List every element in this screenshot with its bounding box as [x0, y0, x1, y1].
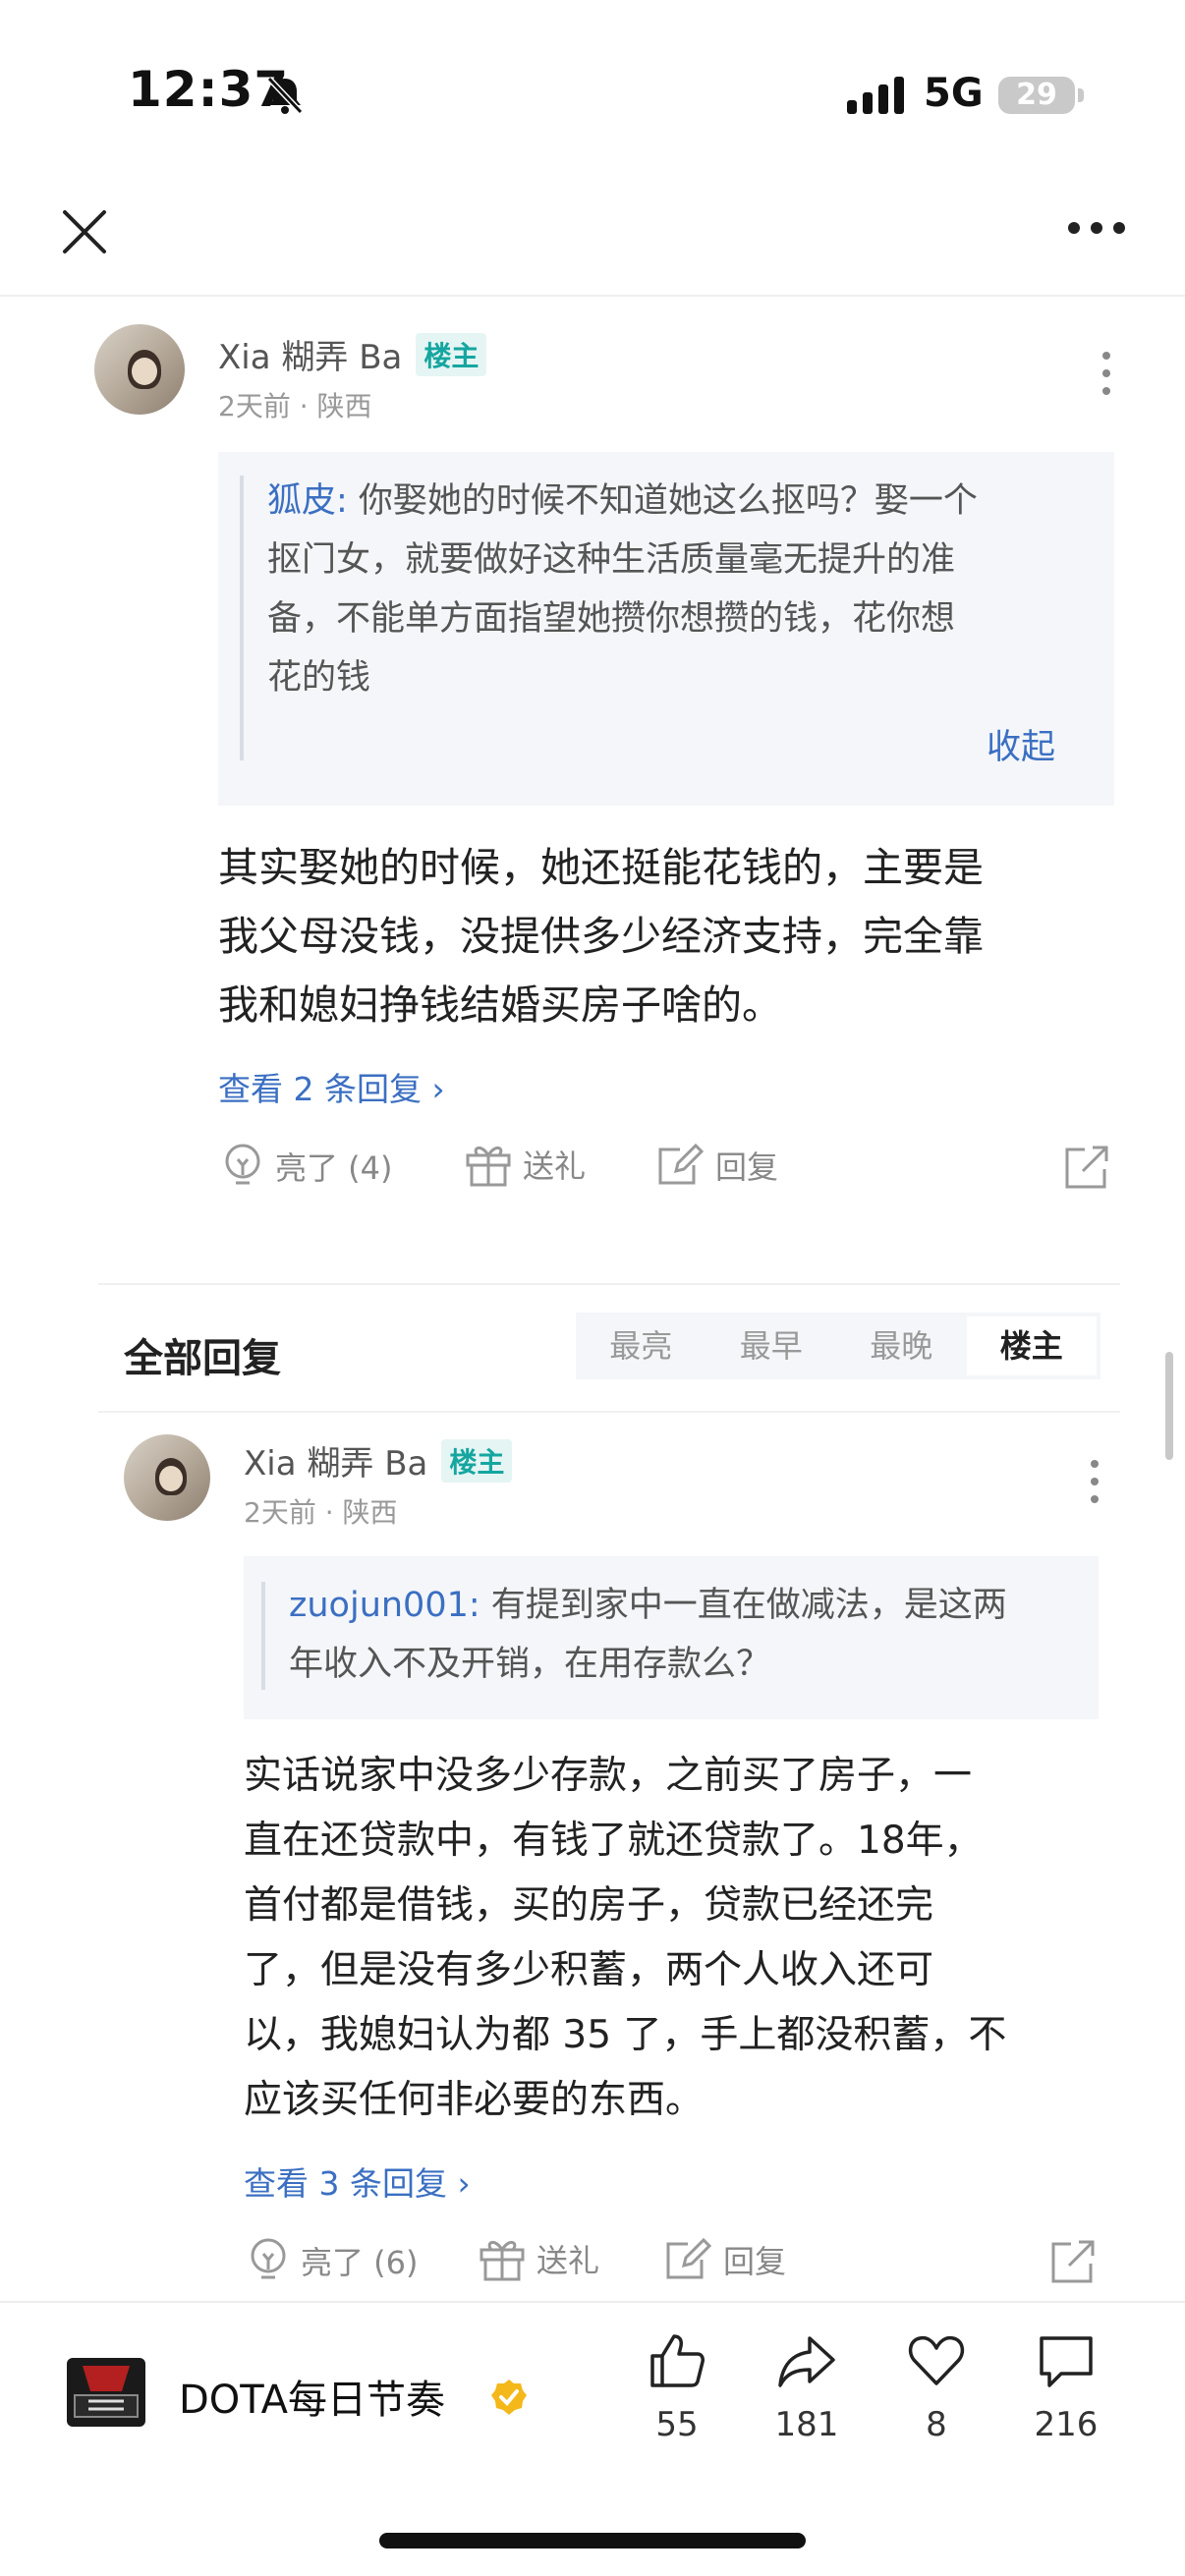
close-icon[interactable] — [55, 202, 114, 265]
body-line: 直在还贷款中，有钱了就还贷款了。18年， — [244, 1819, 983, 1863]
body-line: 其实娶她的时候，她还挺能花钱的，主要是 — [218, 844, 984, 891]
comment-count: 216 — [1034, 2405, 1099, 2444]
sort-tab-earliest[interactable]: 最早 — [706, 1313, 837, 1379]
more-options-icon[interactable] — [1067, 220, 1126, 239]
sort-tab-brightest[interactable]: 最亮 — [576, 1313, 706, 1379]
quote-author[interactable]: zuojun001: — [289, 1586, 480, 1625]
bell-muted-icon — [263, 73, 307, 120]
comment-stat[interactable]: 216 — [1012, 2330, 1120, 2444]
battery-nub — [1078, 88, 1084, 102]
signal-icon — [847, 77, 908, 118]
quote-line: 有提到家中一直在做减法，是这两 — [480, 1586, 1007, 1625]
body-line: 我父母没钱，没提供多少经济支持，完全靠 — [218, 913, 984, 960]
gift-icon — [480, 2241, 525, 2281]
op-badge: 楼主 — [441, 1438, 513, 1483]
like-label: 亮了 (4) — [275, 1149, 393, 1187]
home-indicator[interactable] — [379, 2533, 806, 2548]
nav-divider — [0, 295, 1185, 297]
gift-icon — [466, 1147, 511, 1187]
quoted-comment: 狐皮: 你娶她的时候不知道她这么抠吗？娶一个 抠门女，就要做好这种生活质量毫无提… — [218, 452, 1114, 806]
like-count: 55 — [655, 2405, 699, 2444]
thumbs-up-icon — [650, 2334, 705, 2387]
body-line: 以，我媳妇认为都 35 了，手上都没积蓄，不 — [244, 2013, 1007, 2057]
quoted-comment: zuojun001: 有提到家中一直在做减法，是这两 年收入不及开销，在用存款么… — [244, 1556, 1099, 1719]
username[interactable]: Xia 糊弄 Ba — [244, 1436, 427, 1484]
quote-line: 花的钱 — [267, 658, 371, 698]
quote-bar — [261, 1582, 265, 1690]
avatar[interactable] — [94, 324, 185, 415]
quote-text: zuojun001: 有提到家中一直在做减法，是这两 年收入不及开销，在用存款么… — [289, 1576, 1095, 1694]
network-type: 5G — [924, 71, 984, 116]
body-line: 首付都是借钱，买的房子，贷款已经还完 — [244, 1883, 934, 1928]
quote-line: 你娶她的时候不知道她这么抠吗？娶一个 — [347, 481, 978, 521]
quote-line: 抠门女，就要做好这种生活质量毫无提升的准 — [267, 540, 956, 580]
share-icon[interactable] — [1049, 2238, 1097, 2289]
header-divider — [98, 1411, 1120, 1413]
body-line: 应该买任何非必要的东西。 — [244, 2078, 705, 2122]
sort-tab-op[interactable]: 楼主 — [966, 1316, 1097, 1375]
view-replies-link[interactable]: 查看 3 条回复 › — [244, 2157, 471, 2205]
channel-logo[interactable] — [65, 2352, 147, 2435]
quote-line: 备，不能单方面指望她攒你想攒的钱，花你想 — [267, 599, 956, 639]
view-replies-link[interactable]: 查看 2 条回复 › — [218, 1063, 445, 1110]
all-replies-title: 全部回复 — [124, 1336, 281, 1381]
quote-bar — [240, 476, 244, 760]
heart-icon — [908, 2335, 965, 2385]
forward-arrow-icon — [778, 2336, 835, 2387]
collapse-link[interactable]: 收起 — [987, 719, 1055, 769]
like-button[interactable]: 亮了 (4) — [220, 1142, 393, 1191]
body-line: 了，但是没有多少积蓄，两个人收入还可 — [244, 1948, 934, 1992]
favorite-stat[interactable]: 8 — [882, 2330, 990, 2444]
comment-menu-icon[interactable] — [1102, 352, 1112, 405]
like-button[interactable]: 亮了 (6) — [246, 2236, 419, 2285]
sort-tabs: 最亮 最早 最晚 楼主 — [576, 1313, 1100, 1379]
favorite-count: 8 — [926, 2405, 947, 2444]
op-badge: 楼主 — [416, 332, 487, 376]
comment-header: Xia 糊弄 Ba 楼主 — [244, 1436, 513, 1484]
comment-bubble-icon — [1040, 2336, 1093, 2387]
body-line: 实话说家中没多少存款，之前买了房子，一 — [244, 1754, 973, 1798]
reply-label: 回复 — [715, 1148, 779, 1186]
comment-body: 其实娶她的时候，她还挺能花钱的，主要是 我父母没钱，没提供多少经济支持，完全靠 … — [218, 833, 1122, 1039]
quote-author[interactable]: 狐皮: — [267, 481, 348, 521]
verified-badge-icon — [489, 2378, 529, 2421]
share-icon[interactable] — [1063, 1144, 1110, 1195]
sort-tab-latest[interactable]: 最晚 — [836, 1313, 967, 1379]
comment-meta: 2天前 · 陕西 — [244, 1496, 398, 1529]
gift-button[interactable]: 送礼 — [478, 2236, 599, 2281]
like-label: 亮了 (6) — [301, 2244, 419, 2281]
username[interactable]: Xia 糊弄 Ba — [218, 330, 402, 378]
scrollbar[interactable] — [1165, 1352, 1173, 1460]
gift-button[interactable]: 送礼 — [464, 1142, 586, 1187]
gift-label: 送礼 — [523, 1148, 587, 1185]
comment-menu-icon[interactable] — [1091, 1460, 1100, 1513]
quote-line: 年收入不及开销，在用存款么？ — [289, 1645, 771, 1684]
comment-meta: 2天前 · 陕西 — [218, 390, 372, 422]
comment-header: Xia 糊弄 Ba 楼主 — [218, 330, 487, 378]
body-line: 我和媳妇挣钱结婚买房子啥的。 — [218, 981, 782, 1029]
gift-label: 送礼 — [536, 2242, 600, 2279]
reply-label: 回复 — [723, 2243, 787, 2280]
lightbulb-icon — [251, 2238, 286, 2279]
lightbulb-icon — [225, 1144, 260, 1185]
share-count: 181 — [774, 2405, 839, 2444]
battery-icon: 29 — [998, 77, 1075, 114]
reply-button[interactable]: 回复 — [662, 2236, 786, 2283]
reply-button[interactable]: 回复 — [654, 1142, 778, 1189]
avatar[interactable] — [124, 1434, 210, 1521]
like-stat[interactable]: 55 — [623, 2330, 731, 2444]
edit-icon — [666, 2237, 712, 2279]
section-divider — [98, 1283, 1120, 1285]
quote-text: 狐皮: 你娶她的时候不知道她这么抠吗？娶一个 抠门女，就要做好这种生活质量毫无提… — [267, 472, 1102, 707]
comment-body: 实话说家中没多少存款，之前买了房子，一 直在还贷款中，有钱了就还贷款了。18年，… — [244, 1744, 1128, 2133]
channel-name[interactable]: DOTA每日节奏 — [179, 2368, 445, 2425]
share-stat[interactable]: 181 — [753, 2330, 861, 2444]
edit-icon — [658, 1143, 705, 1185]
